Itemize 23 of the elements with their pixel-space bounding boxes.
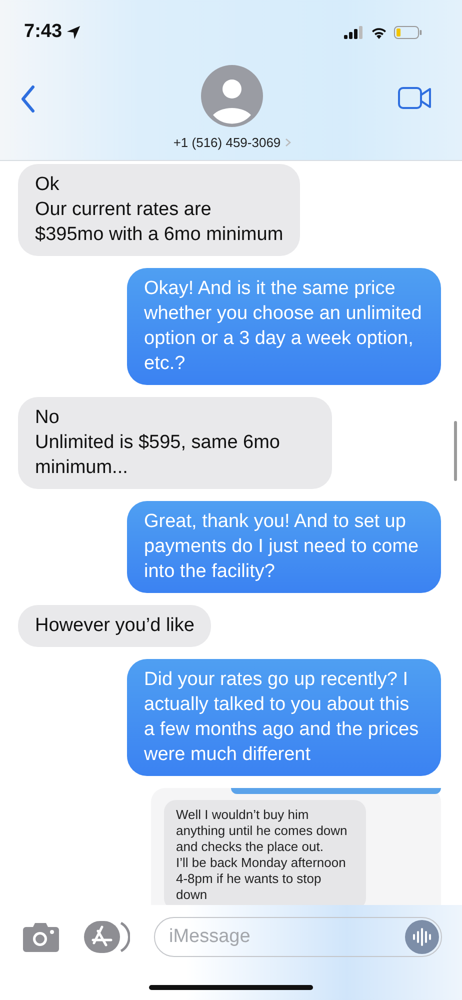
- avatar-icon[interactable]: [201, 65, 263, 127]
- audio-icon[interactable]: [405, 920, 439, 954]
- contact-name[interactable]: +1 (516) 459-3069: [173, 135, 281, 150]
- battery-icon: [394, 26, 422, 38]
- screenshot-message: Well I wouldn’t buy him anything until he comes down and checks the place out. I’ll be back Monday afternoon 4-8pm if he wants to stop down: [164, 800, 366, 905]
- outgoing-message: Did your rates go up recently? I actually talked to you about this a few months ago and the prices were much different: [127, 659, 441, 776]
- camera-icon[interactable]: [22, 922, 60, 952]
- app-store-icon[interactable]: [84, 921, 130, 953]
- signal-icon: [344, 26, 364, 38]
- status-time: 7:43: [24, 21, 62, 43]
- back-icon[interactable]: [20, 85, 36, 113]
- incoming-message: However you’d like: [18, 605, 212, 647]
- outgoing-message: Okay! And is it the same price whether you choose an unlimited option or a 3 day a week option, etc.?: [127, 268, 441, 385]
- location-arrow-icon: [66, 24, 82, 40]
- incoming-message: No Unlimited is $595, same 6mo minimum...: [18, 397, 332, 489]
- screenshot-attachment[interactable]: Well I wouldn’t buy him anything until he comes down and checks the place out. I’ll be back Monday afternoon 4-8pm if he wants to stop down: [151, 788, 441, 905]
- message-field[interactable]: iMessage: [154, 917, 442, 957]
- scroll-indicator: [454, 421, 457, 481]
- wifi-icon: [370, 26, 388, 38]
- incoming-message: Ok Our current rates are $395mo with a 6mo minimum: [18, 164, 300, 256]
- outgoing-message: Great, thank you! And to set up payments do I just need to come into the facility?: [127, 501, 441, 593]
- chevron-icon: [284, 138, 291, 147]
- video-call-icon[interactable]: [398, 87, 432, 109]
